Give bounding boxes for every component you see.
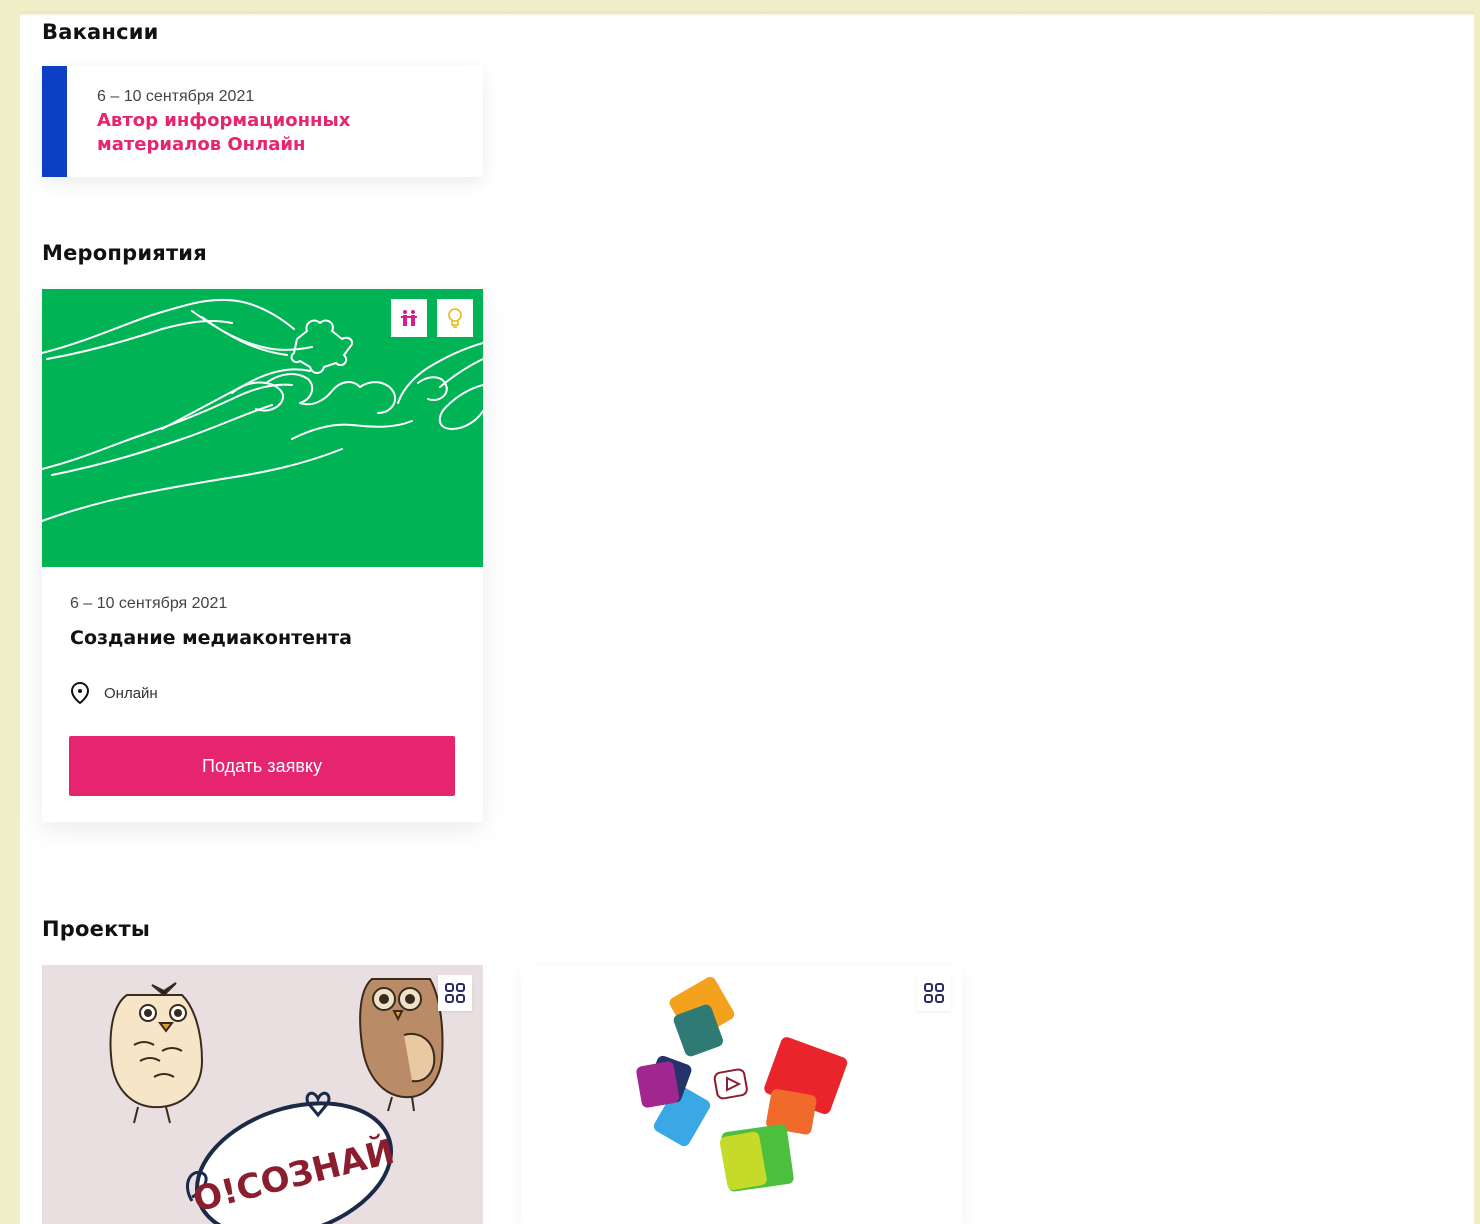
grid-icon (445, 983, 465, 1003)
owls-illustration: O!СОЗНАЙ (109, 978, 444, 1224)
event-location: Онлайн (70, 681, 158, 705)
page-frame-top (0, 0, 1480, 12)
lightbulb-icon (448, 308, 462, 328)
page-frame-right (1474, 0, 1480, 1224)
event-date: 6 – 10 сентября 2021 (70, 595, 228, 612)
grid-icon-badge[interactable] (917, 975, 951, 1011)
page-frame-left (0, 0, 20, 1224)
event-title-link[interactable]: Создание медиаконтента (70, 627, 352, 649)
page-frame-shadow (20, 12, 1474, 16)
vacancy-accent-bar (42, 66, 67, 177)
vacancy-card[interactable]: 6 – 10 сентября 2021 Автор информационны… (42, 66, 483, 177)
events-heading: Мероприятия (42, 241, 207, 265)
location-pin-icon (70, 681, 90, 705)
event-location-label: Онлайн (104, 684, 158, 702)
grid-icon-badge[interactable] (438, 975, 472, 1011)
media-logo (636, 976, 848, 1192)
project-card-media[interactable] (521, 965, 962, 1224)
lightbulb-icon-badge[interactable] (437, 299, 473, 337)
projects-heading: Проекты (42, 917, 151, 941)
apply-button[interactable]: Подать заявку (69, 736, 455, 796)
people-icon (401, 310, 417, 326)
grid-icon (924, 983, 944, 1003)
vacancy-title-link[interactable]: Автор информационных материалов Онлайн (97, 109, 427, 157)
people-icon-badge[interactable] (391, 299, 427, 337)
vacancies-heading: Вакансии (42, 20, 159, 44)
vacancy-date: 6 – 10 сентября 2021 (97, 88, 255, 105)
event-card[interactable]: 6 – 10 сентября 2021 Создание медиаконте… (42, 289, 483, 822)
event-cover-image[interactable] (42, 289, 483, 567)
project-card-osoznai[interactable]: O!СОЗНАЙ (42, 965, 483, 1224)
